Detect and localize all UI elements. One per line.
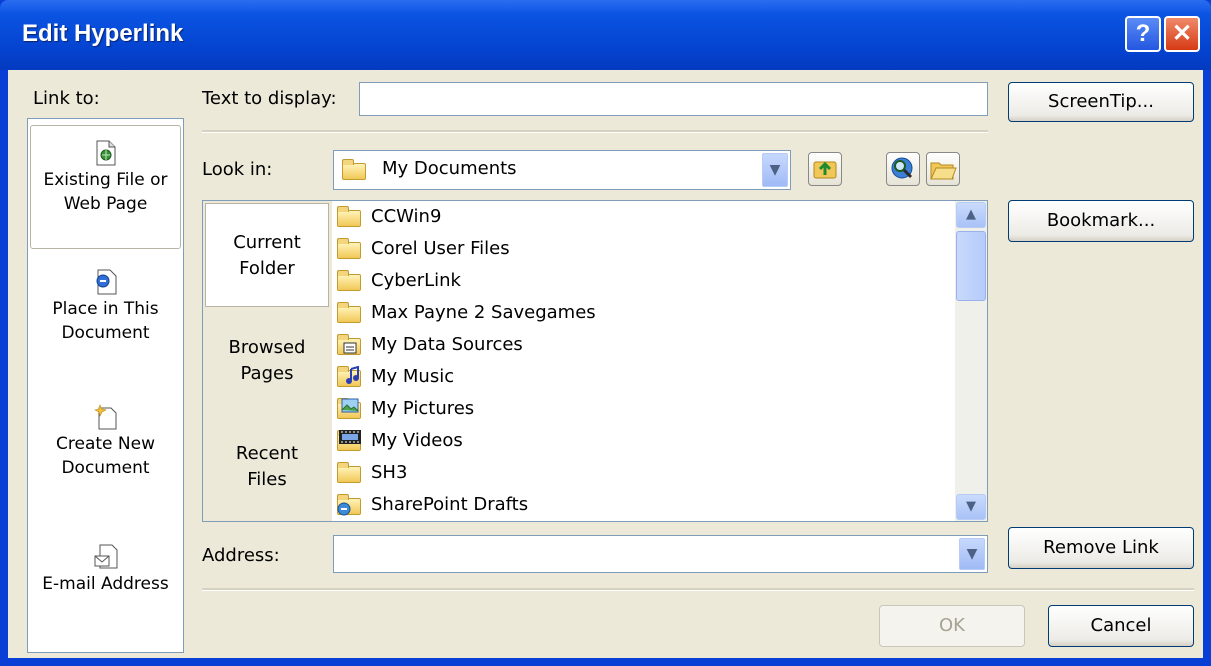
tab-current-folder[interactable]: Current Folder <box>205 203 329 307</box>
file-name: My Data Sources <box>371 334 523 355</box>
list-item[interactable]: CyberLink <box>337 265 461 297</box>
screentip-button[interactable]: ScreenTip... <box>1008 82 1194 122</box>
file-name: Corel User Files <box>371 238 510 259</box>
sharepoint-folder-icon <box>337 494 363 516</box>
bookmark-button[interactable]: Bookmark... <box>1008 200 1194 242</box>
nav-label-line2: Document <box>61 323 150 343</box>
look-in-dropdown[interactable]: My Documents ▼ <box>333 150 791 190</box>
email-icon <box>94 544 117 569</box>
link-to-label: Link to: <box>33 88 100 109</box>
list-item[interactable]: SharePoint Drafts <box>337 489 528 521</box>
pictures-folder-icon <box>337 398 363 420</box>
tab-label-line1: Current <box>233 232 301 253</box>
place-in-document-icon <box>96 269 116 295</box>
separator <box>202 588 1194 591</box>
new-document-icon <box>93 404 116 430</box>
dialog-body: Link to: Existing File or Web Page Place… <box>8 70 1203 658</box>
dialog-title: Edit Hyperlink <box>22 20 184 47</box>
tab-recent-files[interactable]: Recent Files <box>205 441 329 493</box>
file-name: Max Payne 2 Savegames <box>371 302 596 323</box>
data-sources-folder-icon <box>337 334 363 356</box>
videos-folder-icon <box>337 430 363 452</box>
list-item[interactable]: CCWin9 <box>337 201 441 233</box>
address-label: Address: <box>202 545 280 566</box>
nav-label-line2: Web Page <box>63 194 148 214</box>
title-bar: Edit Hyperlink ? ✕ <box>0 0 1211 70</box>
close-button[interactable]: ✕ <box>1164 16 1200 52</box>
nav-label-line1: Create New <box>56 434 155 454</box>
folder-icon <box>337 238 363 260</box>
up-one-folder-button[interactable] <box>808 152 842 186</box>
tab-label-line1: Browsed <box>228 337 306 358</box>
tab-label-line2: Files <box>247 469 287 490</box>
ok-button[interactable]: OK <box>879 605 1025 647</box>
tab-label-line2: Pages <box>240 363 294 384</box>
nav-email-address[interactable]: E-mail Address <box>30 544 181 596</box>
list-item[interactable]: My Data Sources <box>337 329 523 361</box>
list-item[interactable]: Max Payne 2 Savegames <box>337 297 596 329</box>
up-folder-icon <box>813 161 837 179</box>
chevron-down-icon[interactable]: ▼ <box>762 153 788 187</box>
folder-icon <box>337 462 363 484</box>
tab-label-line2: Folder <box>239 258 295 279</box>
file-name: SharePoint Drafts <box>371 494 529 515</box>
chevron-down-icon[interactable]: ▼ <box>959 538 985 570</box>
browse-web-icon <box>891 157 913 179</box>
remove-link-button[interactable]: Remove Link <box>1008 527 1194 569</box>
look-in-label: Look in: <box>202 159 273 180</box>
text-to-display-label: Text to display: <box>202 88 337 109</box>
music-folder-icon <box>337 366 363 388</box>
link-to-panel: Existing File or Web Page Place in This … <box>27 118 184 653</box>
file-name: My Pictures <box>371 398 475 419</box>
list-item[interactable]: My Pictures <box>337 393 474 425</box>
existing-file-icon <box>96 140 115 166</box>
file-name: CCWin9 <box>371 206 442 227</box>
list-item[interactable]: Corel User Files <box>337 233 510 265</box>
list-item[interactable]: SH3 <box>337 457 407 489</box>
list-item[interactable]: My Videos <box>337 425 463 457</box>
tab-label-line1: Recent <box>235 443 299 464</box>
nav-label-line1: E-mail Address <box>42 574 169 594</box>
list-item[interactable]: My Music <box>337 361 454 393</box>
file-name: My Music <box>371 366 455 387</box>
nav-existing-file-or-web-page[interactable]: Existing File or Web Page <box>30 125 181 249</box>
folder-icon <box>337 270 363 292</box>
file-name: CyberLink <box>371 270 461 291</box>
address-input[interactable]: ▼ <box>333 535 988 573</box>
view-tabs: Current Folder Browsed Pages Recent File… <box>203 201 332 521</box>
text-to-display-input[interactable] <box>359 82 988 116</box>
cancel-button[interactable]: Cancel <box>1048 605 1194 647</box>
file-list-scrollbar[interactable]: ▲ ▼ <box>955 201 987 521</box>
folder-icon <box>337 302 363 324</box>
file-name: SH3 <box>371 462 408 483</box>
folder-icon <box>342 159 368 181</box>
browse-web-button[interactable] <box>886 152 920 186</box>
scroll-thumb[interactable] <box>956 231 986 301</box>
nav-label-line1: Place in This <box>52 299 159 319</box>
edit-hyperlink-dialog: Edit Hyperlink ? ✕ Link to: Existing Fil… <box>0 0 1211 666</box>
file-browser: Current Folder Browsed Pages Recent File… <box>202 200 988 522</box>
separator <box>202 130 988 133</box>
look-in-value: My Documents <box>382 158 517 179</box>
file-name: My Videos <box>371 430 463 451</box>
help-button[interactable]: ? <box>1125 16 1161 52</box>
browse-file-button[interactable] <box>926 152 960 186</box>
open-folder-icon <box>930 162 957 180</box>
nav-label-line2: Document <box>61 458 150 478</box>
nav-create-new-document[interactable]: Create New Document <box>30 404 181 480</box>
nav-label-line1: Existing File or <box>43 170 168 190</box>
scroll-up-button[interactable]: ▲ <box>956 202 986 228</box>
scroll-down-button[interactable]: ▼ <box>956 494 986 520</box>
tab-browsed-pages[interactable]: Browsed Pages <box>205 335 329 387</box>
nav-place-in-this-document[interactable]: Place in This Document <box>30 269 181 345</box>
folder-icon <box>337 206 363 228</box>
file-list[interactable]: CCWin9 Corel User Files CyberLink Max Pa… <box>333 201 955 521</box>
